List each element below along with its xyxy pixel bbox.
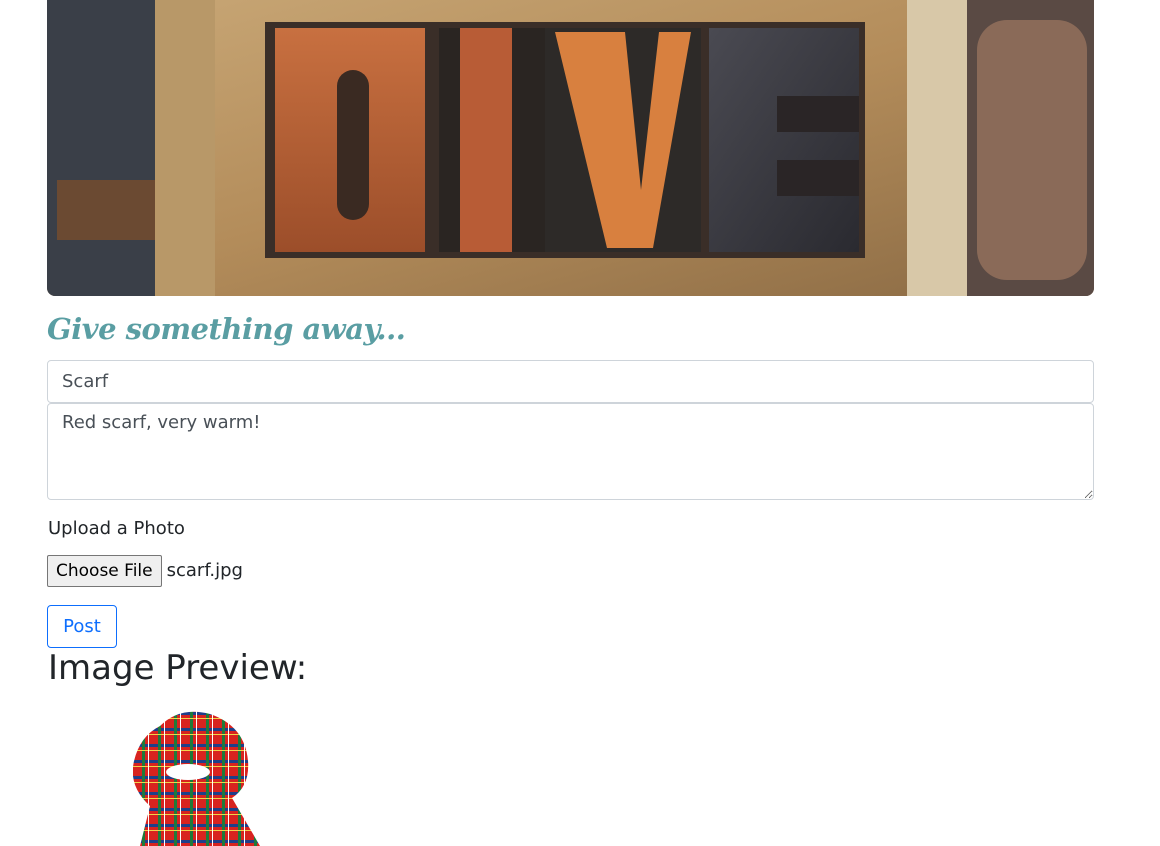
banner-image [47, 0, 1094, 296]
choose-file-button[interactable]: Choose File [47, 554, 162, 587]
scarf-preview-image [120, 706, 300, 846]
page: Give something away... Red scarf, very w… [0, 0, 1160, 846]
post-button[interactable]: Post [47, 605, 117, 648]
item-title-input[interactable] [47, 360, 1094, 403]
give-heading: Give something away... [47, 312, 406, 346]
file-input[interactable]: Choose File scarf.jpg [47, 554, 243, 587]
image-preview-heading: Image Preview: [48, 648, 308, 688]
upload-photo-label: Upload a Photo [48, 518, 185, 539]
item-description-textarea[interactable]: Red scarf, very warm! [47, 403, 1094, 500]
selected-file-name: scarf.jpg [166, 560, 243, 581]
